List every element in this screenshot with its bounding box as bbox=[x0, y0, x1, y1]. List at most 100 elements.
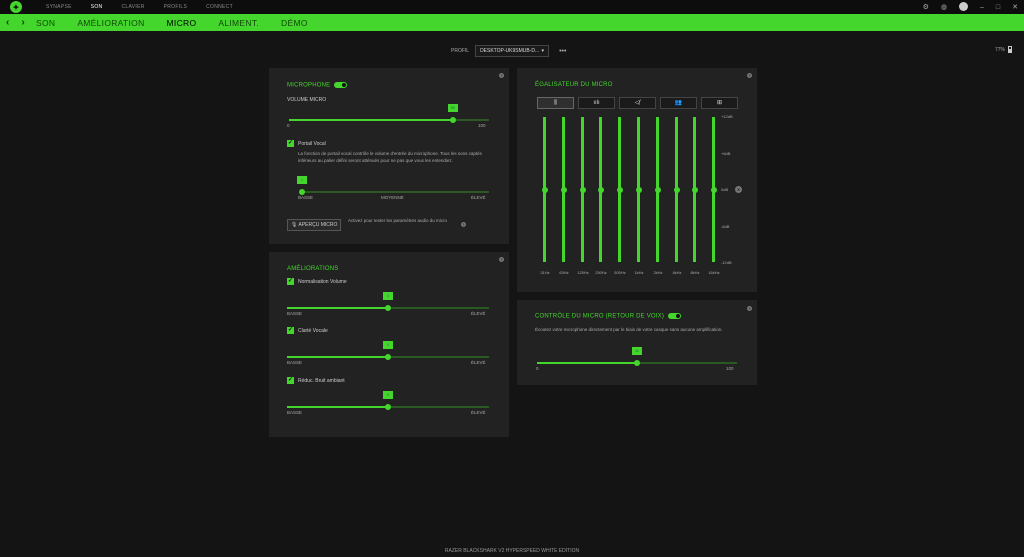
eq-band-knob-250Hz[interactable] bbox=[597, 187, 604, 193]
mic-volume-max: 100 bbox=[478, 123, 486, 128]
profile-more-button[interactable]: ••• bbox=[559, 48, 566, 55]
nav-profils[interactable]: PROFILS bbox=[164, 4, 188, 10]
voice-gate-low: BASSE bbox=[298, 195, 314, 200]
voice-clarity-value: 3 bbox=[383, 341, 393, 349]
equalizer-info-icon[interactable]: ? bbox=[747, 73, 752, 78]
eq-band-label: 500Hz bbox=[614, 270, 626, 275]
mic-preview-button[interactable]: 🎙 APERÇU MICRO bbox=[287, 219, 342, 231]
microphone-info-icon[interactable]: ? bbox=[499, 73, 504, 78]
mic-volume-slider[interactable]: 85 bbox=[289, 104, 489, 123]
nav-son[interactable]: SON bbox=[91, 4, 103, 10]
battery-percent: 77% bbox=[994, 46, 1005, 53]
sidetone-max: 100 bbox=[726, 366, 734, 371]
mic-volume-label: VOLUME MICRO bbox=[287, 97, 327, 103]
eq-band-label: 8kHz bbox=[690, 270, 700, 275]
eq-reset-icon[interactable]: ✕ bbox=[735, 186, 742, 193]
voice-gate-mid: MOYENNE bbox=[381, 195, 404, 200]
tab-amelioration[interactable]: AMÉLIORATION bbox=[77, 18, 144, 28]
eq-band-knob-63Hz[interactable] bbox=[560, 187, 567, 193]
eq-band-knob-125Hz[interactable] bbox=[579, 187, 586, 193]
tab-demo[interactable]: DÉMO bbox=[281, 18, 308, 28]
tab-aliment[interactable]: ALIMENT. bbox=[218, 18, 259, 28]
eq-preset-broadcast-button[interactable]: ◁⁄ bbox=[619, 97, 656, 109]
voice-gate-label: Portail Vocal bbox=[298, 141, 326, 147]
voice-gate-high: ÉLEVÉ bbox=[471, 195, 486, 200]
volume-normalization-value: 3 bbox=[383, 292, 393, 300]
close-icon[interactable]: ✕ bbox=[1012, 3, 1018, 11]
eq-band-knob-8kHz[interactable] bbox=[691, 187, 698, 193]
eq-band-label: 250Hz bbox=[595, 270, 607, 275]
battery-status: 77% bbox=[995, 46, 1012, 53]
nav-clavier[interactable]: CLAVIER bbox=[121, 4, 144, 10]
voice-clarity-high: ÉLEVÉ bbox=[471, 360, 486, 365]
eq-default-icon: ⫼ bbox=[554, 100, 557, 106]
microphone-title: MICROPHONE bbox=[287, 82, 348, 89]
voice-gate-slider[interactable]: 1 bbox=[297, 176, 489, 195]
sidetone-info-icon[interactable]: ? bbox=[747, 306, 752, 311]
eq-band-knob-2kHz[interactable] bbox=[654, 187, 661, 193]
sidetone-slider[interactable]: 50 bbox=[537, 347, 737, 366]
eq-preset-custom-button[interactable]: ⊞ bbox=[701, 97, 738, 109]
eq-preset-default-button[interactable]: ⫼ bbox=[537, 97, 574, 109]
eq-band-label: 1kHz bbox=[634, 270, 644, 275]
volume-normalization-knob[interactable] bbox=[385, 305, 391, 311]
back-arrow-icon[interactable]: ‹ bbox=[6, 17, 9, 28]
voice-clarity-label: Clarté Vocale bbox=[298, 328, 328, 334]
battery-icon bbox=[1008, 46, 1012, 53]
notifications-icon[interactable]: ◍ bbox=[941, 3, 947, 11]
voice-clarity-knob[interactable] bbox=[385, 354, 391, 360]
volume-normalization-label: Normalisation Volume bbox=[298, 279, 347, 285]
sidetone-value: 50 bbox=[632, 347, 642, 355]
noise-reduction-slider[interactable]: 3 bbox=[287, 391, 489, 410]
settings-gear-icon[interactable]: ⚙ bbox=[923, 3, 929, 11]
noise-reduction-checkbox[interactable]: ✓ bbox=[287, 377, 294, 384]
eq-voice-icon: ıılı bbox=[593, 100, 600, 106]
noise-reduction-knob[interactable] bbox=[385, 404, 391, 410]
maximize-icon[interactable]: □ bbox=[996, 4, 1000, 11]
tab-micro[interactable]: MICRO bbox=[167, 18, 197, 28]
eq-band-label: 16kHz bbox=[708, 270, 720, 275]
enhancements-info-icon[interactable]: ? bbox=[499, 257, 504, 262]
eq-preset-communication-button[interactable]: 👥 bbox=[660, 97, 697, 109]
nav-connect[interactable]: CONNECT bbox=[206, 4, 233, 10]
sidetone-toggle[interactable] bbox=[668, 313, 682, 319]
sidetone-title: CONTRÔLE DU MICRO (RETOUR DE VOIX) bbox=[535, 313, 682, 320]
voice-clarity-checkbox[interactable]: ✓ bbox=[287, 327, 294, 334]
volume-normalization-high: ÉLEVÉ bbox=[471, 311, 486, 316]
profile-select[interactable]: DESKTOP-UK9SMUB-D... ▾ bbox=[475, 45, 550, 57]
forward-arrow-icon[interactable]: › bbox=[21, 17, 24, 28]
db-label-minus12: -12dB bbox=[721, 260, 732, 265]
minimize-icon[interactable]: – bbox=[980, 4, 984, 11]
voice-gate-value: 1 bbox=[297, 176, 307, 184]
microphone-toggle[interactable] bbox=[334, 82, 348, 88]
nav-synapse[interactable]: SYNAPSE bbox=[46, 4, 72, 10]
sidetone-desc: Écoutez votre microphone directement par… bbox=[535, 327, 723, 332]
eq-band-knob-4kHz[interactable] bbox=[673, 187, 680, 193]
top-nav: SYNAPSE SON CLAVIER PROFILS CONNECT bbox=[46, 4, 252, 10]
mic-volume-knob[interactable] bbox=[450, 117, 456, 123]
db-label-0: 0dB bbox=[721, 187, 729, 192]
volume-normalization-checkbox[interactable]: ✓ bbox=[287, 278, 294, 285]
eq-broadcast-icon: ◁⁄ bbox=[634, 100, 641, 106]
equalizer-title: ÉGALISATEUR DU MICRO bbox=[535, 82, 613, 88]
eq-band-knob-16kHz[interactable] bbox=[710, 187, 717, 193]
eq-band-knob-31Hz[interactable] bbox=[541, 187, 548, 193]
eq-preset-voice-button[interactable]: ıılı bbox=[578, 97, 615, 109]
noise-reduction-high: ÉLEVÉ bbox=[471, 410, 486, 415]
voice-gate-checkbox[interactable]: ✓ bbox=[287, 140, 294, 147]
eq-band-knob-1kHz[interactable] bbox=[635, 187, 642, 193]
sidetone-min: 0 bbox=[536, 366, 539, 371]
sub-nav-bar: ‹ › SON AMÉLIORATION MICRO ALIMENT. DÉMO bbox=[0, 14, 1024, 31]
voice-clarity-slider[interactable]: 3 bbox=[287, 341, 489, 360]
sidetone-knob[interactable] bbox=[634, 360, 640, 366]
eq-band-label: 125Hz bbox=[577, 270, 589, 275]
account-avatar[interactable] bbox=[958, 1, 968, 13]
razer-logo-icon[interactable]: ✦ bbox=[10, 1, 22, 13]
tab-son[interactable]: SON bbox=[36, 18, 55, 28]
mic-preview-info-icon[interactable]: ? bbox=[461, 222, 466, 227]
db-label-minus6: -6dB bbox=[721, 224, 730, 229]
profile-row: PROFIL DESKTOP-UK9SMUB-D... ▾ ••• bbox=[451, 45, 566, 57]
volume-normalization-slider[interactable]: 3 bbox=[287, 292, 489, 311]
profile-label: PROFIL bbox=[451, 48, 470, 54]
eq-band-knob-500Hz[interactable] bbox=[616, 187, 623, 193]
